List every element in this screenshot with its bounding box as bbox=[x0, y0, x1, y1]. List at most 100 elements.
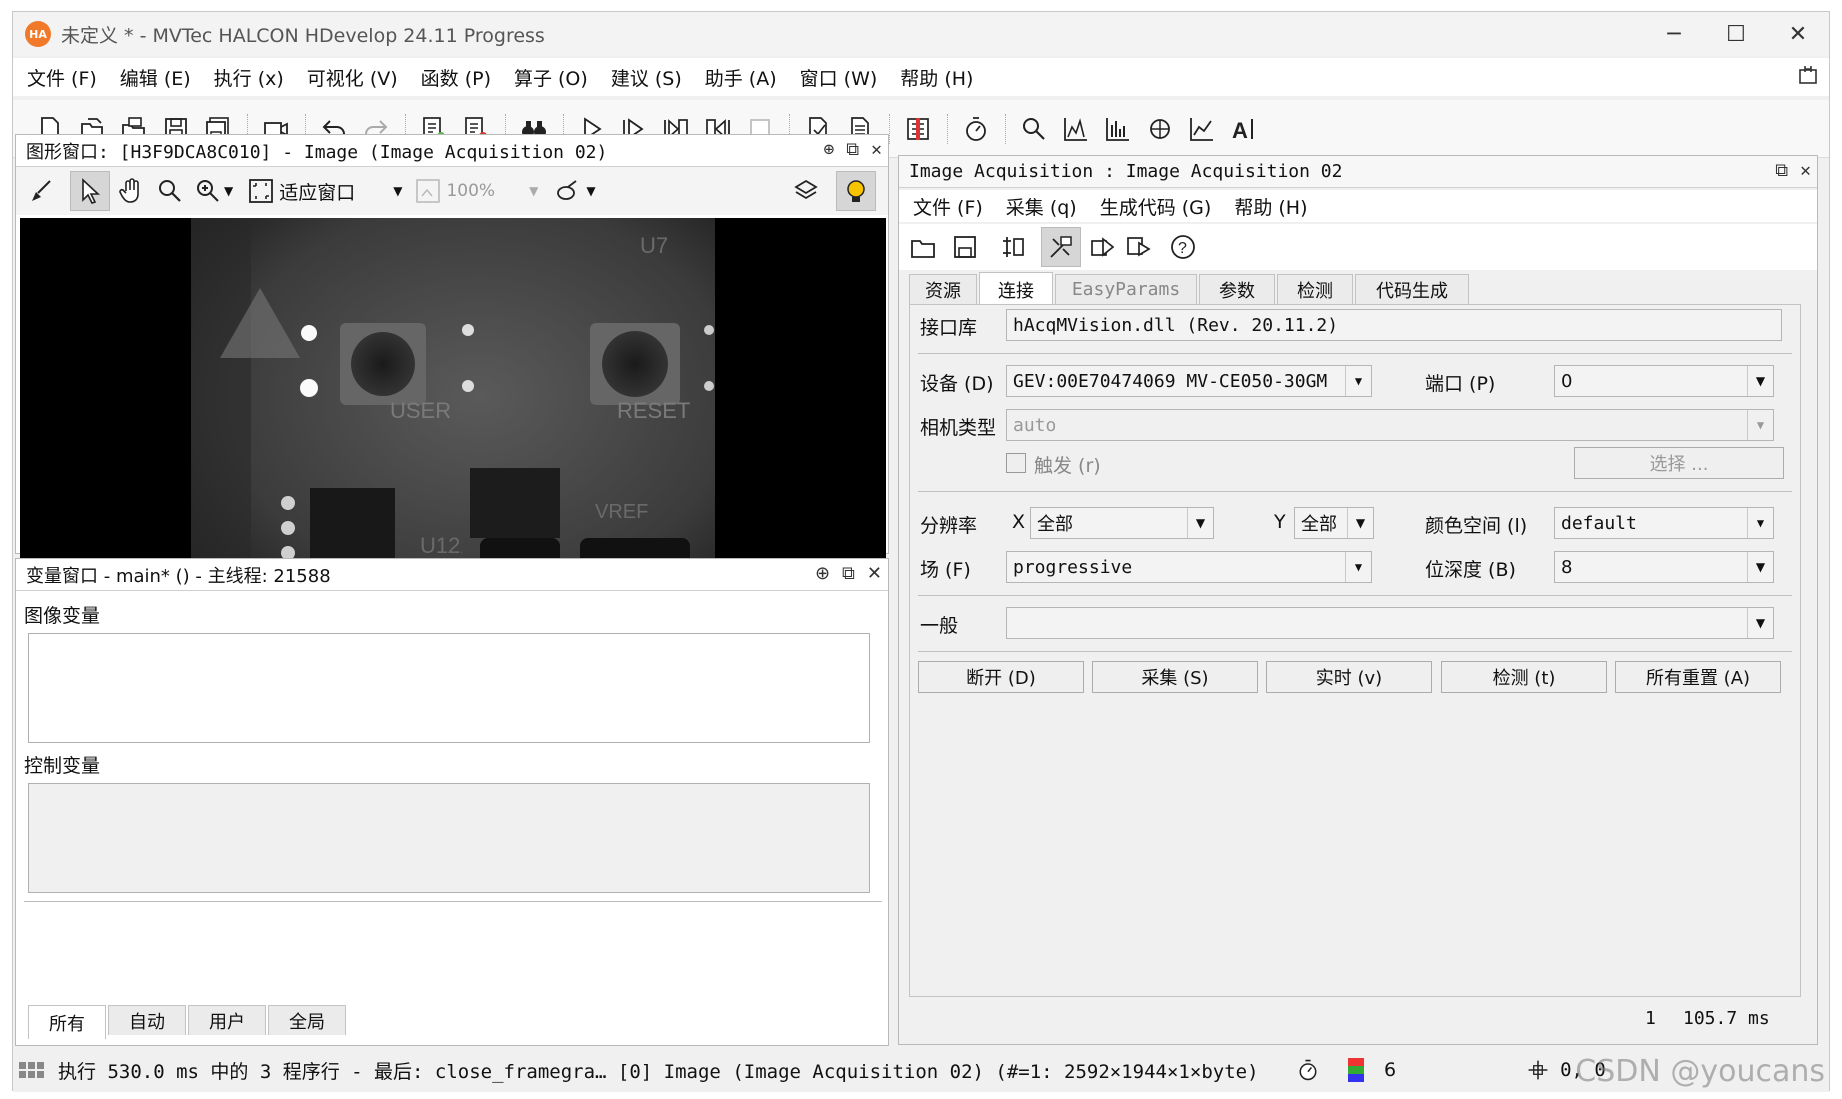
feature-inspection-icon[interactable] bbox=[1145, 112, 1175, 146]
tab-sources[interactable]: 资源 bbox=[909, 274, 977, 304]
close-button[interactable]: ✕ bbox=[1767, 12, 1829, 56]
select-button[interactable]: 选择 ... bbox=[1574, 447, 1784, 479]
maximize-button[interactable]: ☐ bbox=[1705, 12, 1767, 56]
acq-menu-file[interactable]: 文件 (F) bbox=[913, 193, 983, 220]
ocr-icon[interactable]: A bbox=[1229, 112, 1259, 146]
resolution-x-select[interactable]: 全部 ▼ bbox=[1030, 507, 1214, 539]
port-label: 端口 (P) bbox=[1425, 373, 1496, 395]
device-value: GEV:00E70474069 MV-CE050-30GM bbox=[1013, 370, 1328, 392]
fit-window-icon[interactable] bbox=[247, 177, 275, 205]
close-icon[interactable]: ✕ bbox=[867, 563, 882, 584]
dropdown-arrow-icon: ▼ bbox=[1747, 552, 1773, 582]
float-icon[interactable]: ⧉ bbox=[846, 139, 859, 160]
iconic-variables-area[interactable] bbox=[28, 633, 870, 743]
bit-depth-select[interactable]: 8 ▼ bbox=[1554, 551, 1774, 583]
menu-execute[interactable]: 执行 (x) bbox=[214, 64, 284, 91]
float-icon[interactable]: ⧉ bbox=[1775, 160, 1788, 181]
zoom-in-icon[interactable] bbox=[194, 177, 222, 205]
tab-all[interactable]: 所有 bbox=[28, 1005, 106, 1039]
live-button[interactable]: 实时 (v) bbox=[1266, 661, 1432, 693]
pin-icon[interactable]: ⊕ bbox=[823, 139, 834, 160]
color-channels-icon bbox=[1348, 1058, 1364, 1082]
assistant-icon[interactable] bbox=[903, 112, 933, 146]
interface-field[interactable]: hAcqMVision.dll (Rev. 20.11.2) bbox=[1006, 309, 1782, 341]
profiler-icon[interactable] bbox=[961, 112, 991, 146]
save-icon[interactable] bbox=[951, 233, 979, 261]
zoom-value-arrow-icon[interactable]: ▼ bbox=[529, 184, 538, 198]
menu-file[interactable]: 文件 (F) bbox=[27, 64, 97, 91]
tab-auto[interactable]: 自动 bbox=[108, 1005, 186, 1035]
minimize-button[interactable]: ─ bbox=[1643, 12, 1705, 56]
acquire-single-icon[interactable] bbox=[1041, 227, 1081, 267]
zoom-dropdown-arrow-icon[interactable]: ▼ bbox=[224, 184, 233, 198]
layers-icon[interactable] bbox=[792, 177, 820, 205]
gray-histogram-icon[interactable] bbox=[1061, 112, 1091, 146]
close-icon[interactable]: ✕ bbox=[1800, 160, 1811, 181]
svg-text:USER: USER bbox=[390, 398, 451, 423]
color-space-select[interactable]: default ▼ bbox=[1554, 507, 1774, 539]
zoom-icon[interactable] bbox=[1019, 112, 1049, 146]
interface-label: 接口库 bbox=[920, 317, 978, 339]
reset-all-button[interactable]: 所有重置 (A) bbox=[1615, 661, 1781, 693]
field-select[interactable]: progressive ▼ bbox=[1006, 551, 1372, 583]
acq-menu-acquire[interactable]: 采集 (q) bbox=[1006, 193, 1077, 220]
menu-operators[interactable]: 算子 (O) bbox=[514, 64, 588, 91]
menu-procedures[interactable]: 函数 (P) bbox=[421, 64, 491, 91]
live-icon[interactable] bbox=[1089, 233, 1117, 261]
tab-parameters[interactable]: 参数 bbox=[1199, 274, 1275, 304]
resolution-y-select[interactable]: 全部 ▼ bbox=[1294, 507, 1374, 539]
help-icon[interactable]: ? bbox=[1169, 233, 1197, 261]
resolution-y-label: Y bbox=[1274, 511, 1286, 533]
pointer-tool-icon[interactable] bbox=[70, 171, 110, 211]
close-icon[interactable]: ✕ bbox=[871, 139, 882, 160]
tab-easyparams[interactable]: EasyParams bbox=[1055, 274, 1197, 304]
lightbulb-icon[interactable] bbox=[836, 171, 876, 211]
float-icon[interactable]: ⧉ bbox=[842, 563, 855, 584]
connect-icon[interactable] bbox=[999, 233, 1027, 261]
menu-bar: 文件 (F) 编辑 (E) 执行 (x) 可视化 (V) 函数 (P) 算子 (… bbox=[13, 58, 1829, 96]
pan-hand-icon[interactable] bbox=[118, 177, 146, 205]
draw-mode-icon[interactable] bbox=[554, 177, 582, 205]
resolution-label: 分辨率 bbox=[920, 515, 978, 537]
line-profile-icon[interactable] bbox=[1187, 112, 1217, 146]
menu-edit[interactable]: 编辑 (E) bbox=[120, 64, 191, 91]
acq-menu-help[interactable]: 帮助 (H) bbox=[1234, 193, 1307, 220]
tab-global[interactable]: 全局 bbox=[268, 1005, 346, 1035]
feature-histogram-icon[interactable] bbox=[1103, 112, 1133, 146]
connection-tab-content: 接口库 hAcqMVision.dll (Rev. 20.11.2) 设备 (D… bbox=[909, 304, 1801, 997]
device-select[interactable]: GEV:00E70474069 MV-CE050-30GM ▼ bbox=[1006, 365, 1372, 397]
detect-button[interactable]: 检测 (t) bbox=[1441, 661, 1607, 693]
acq-menu-generate-code[interactable]: 生成代码 (G) bbox=[1100, 193, 1212, 220]
port-select[interactable]: 0 ▼ bbox=[1554, 365, 1774, 397]
pin-icon[interactable]: ⊕ bbox=[815, 563, 830, 584]
menu-assistants[interactable]: 助手 (A) bbox=[705, 64, 777, 91]
trigger-checkbox[interactable] bbox=[1006, 453, 1026, 473]
pin-window-icon[interactable] bbox=[1797, 64, 1819, 91]
menu-help[interactable]: 帮助 (H) bbox=[900, 64, 973, 91]
acq-menu-bar: 文件 (F) 采集 (q) 生成代码 (G) 帮助 (H) bbox=[899, 190, 1817, 222]
insert-code-icon[interactable] bbox=[1125, 233, 1153, 261]
halcon-logo-icon: HA bbox=[25, 21, 51, 47]
open-folder-icon[interactable] bbox=[909, 233, 937, 261]
menu-suggestions[interactable]: 建议 (S) bbox=[611, 64, 682, 91]
menu-window[interactable]: 窗口 (W) bbox=[800, 64, 878, 91]
tab-user[interactable]: 用户 bbox=[188, 1005, 266, 1035]
disconnect-button[interactable]: 断开 (D) bbox=[918, 661, 1084, 693]
svg-text:?: ? bbox=[1178, 240, 1187, 257]
zoom-value[interactable]: 100% bbox=[446, 181, 495, 201]
tab-code-generation[interactable]: 代码生成 bbox=[1355, 274, 1469, 304]
magnify-icon[interactable] bbox=[156, 177, 184, 205]
fit-window-label[interactable]: 适应窗口 bbox=[279, 178, 355, 205]
tab-connection[interactable]: 连接 bbox=[979, 272, 1053, 306]
tab-inspect[interactable]: 检测 bbox=[1277, 274, 1353, 304]
menu-visualize[interactable]: 可视化 (V) bbox=[307, 64, 398, 91]
camera-type-select[interactable]: auto ▼ bbox=[1006, 409, 1774, 441]
control-variables-area[interactable] bbox=[28, 783, 870, 893]
dropdown-arrow-icon: ▼ bbox=[1747, 608, 1773, 638]
general-select[interactable]: ▼ bbox=[1006, 607, 1774, 639]
draw-mode-arrow-icon[interactable]: ▼ bbox=[586, 184, 595, 198]
snap-button[interactable]: 采集 (S) bbox=[1092, 661, 1258, 693]
clear-brush-icon[interactable] bbox=[28, 177, 56, 205]
fit-dropdown-arrow-icon[interactable]: ▼ bbox=[393, 184, 402, 198]
status-message: 执行 530.0 ms 中的 3 程序行 - 最后: close_framegr… bbox=[58, 1060, 1259, 1083]
